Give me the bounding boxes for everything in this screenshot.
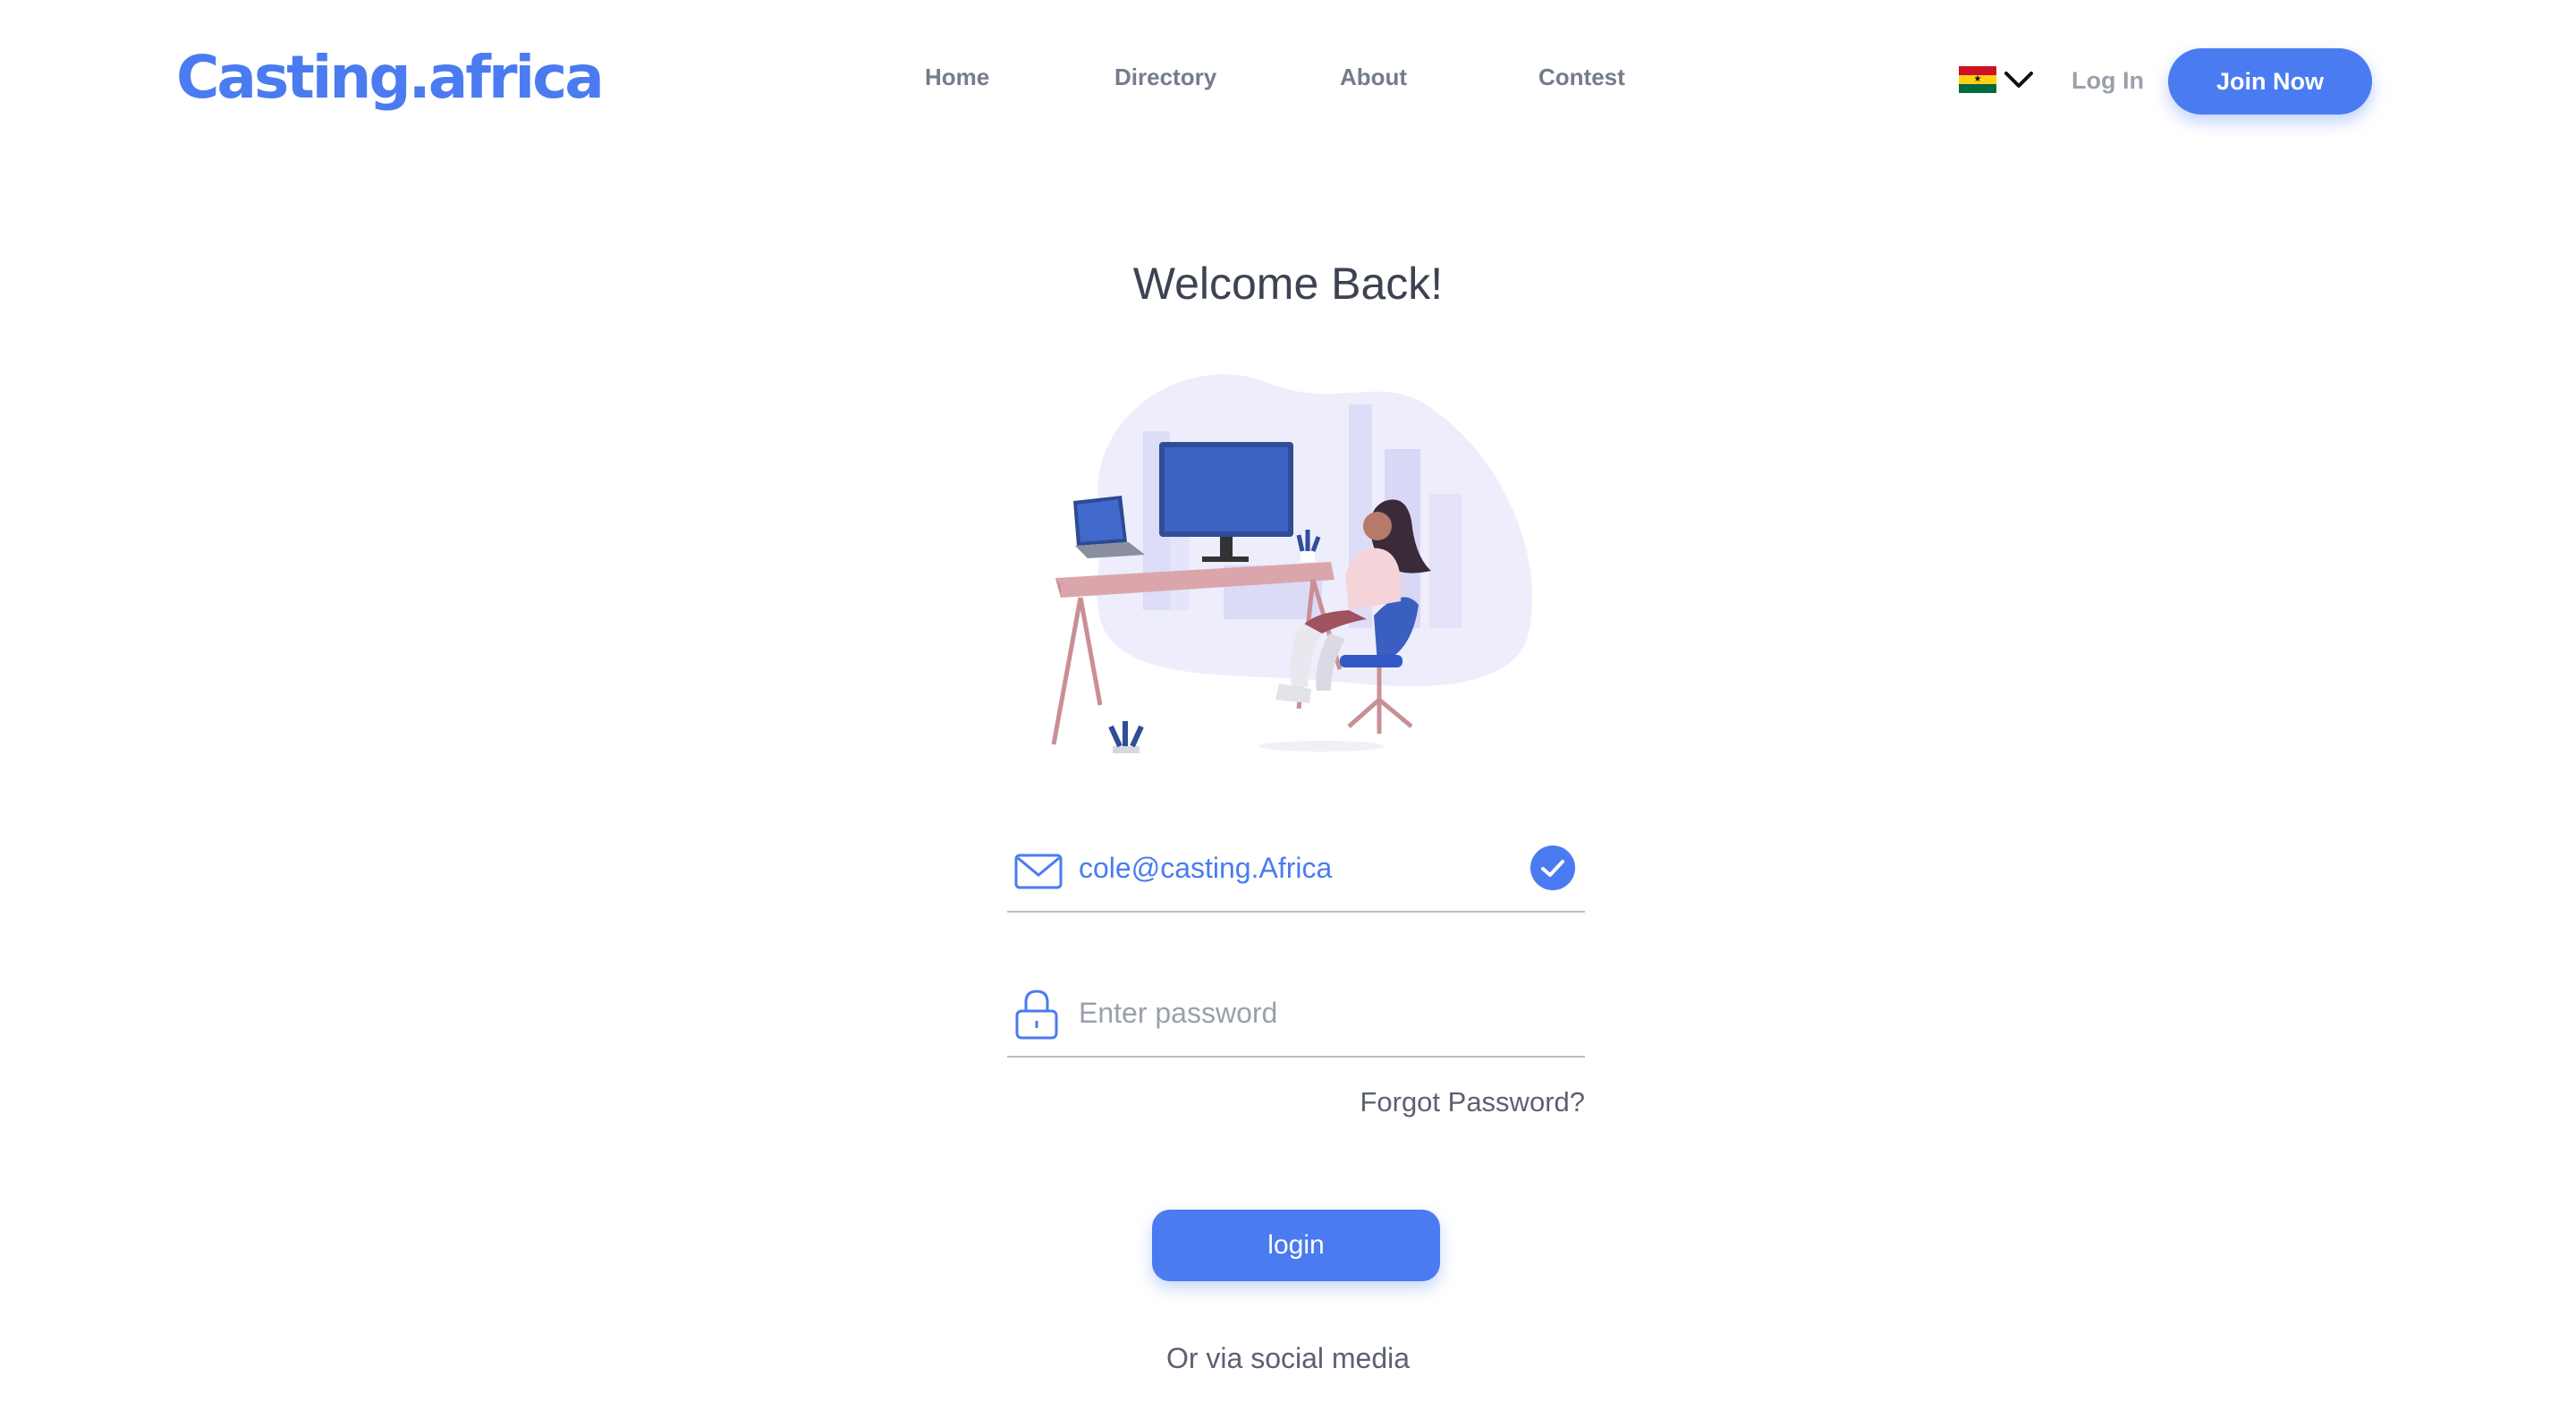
nav-contest[interactable]: Contest [1538, 59, 1625, 95]
email-field[interactable] [1007, 834, 1585, 913]
password-input[interactable] [1079, 993, 1526, 1032]
join-now-button[interactable]: Join Now [2168, 48, 2372, 115]
workspace-illustration [1051, 374, 1533, 753]
social-login-text: Or via social media [1165, 1342, 1411, 1374]
check-circle-icon [1530, 845, 1575, 890]
login-button[interactable]: login [1152, 1210, 1440, 1281]
lock-icon [1015, 990, 1058, 1040]
nav-about[interactable]: About [1340, 59, 1407, 95]
forgot-password-link[interactable]: Forgot Password? [1252, 1083, 1585, 1122]
ghana-flag-icon: ★ [1959, 66, 1996, 93]
password-field[interactable] [1007, 979, 1585, 1058]
site-logo[interactable]: Casting.africa [176, 38, 605, 118]
envelope-icon [1014, 854, 1063, 889]
nav-home[interactable]: Home [925, 59, 989, 95]
chevron-down-icon [2004, 72, 2033, 88]
email-input[interactable] [1079, 848, 1526, 888]
page-title: Welcome Back! [1132, 259, 1444, 309]
nav-directory[interactable]: Directory [1114, 59, 1216, 95]
login-link[interactable]: Log In [2072, 63, 2144, 98]
language-selector[interactable]: ★ [1959, 66, 2034, 93]
